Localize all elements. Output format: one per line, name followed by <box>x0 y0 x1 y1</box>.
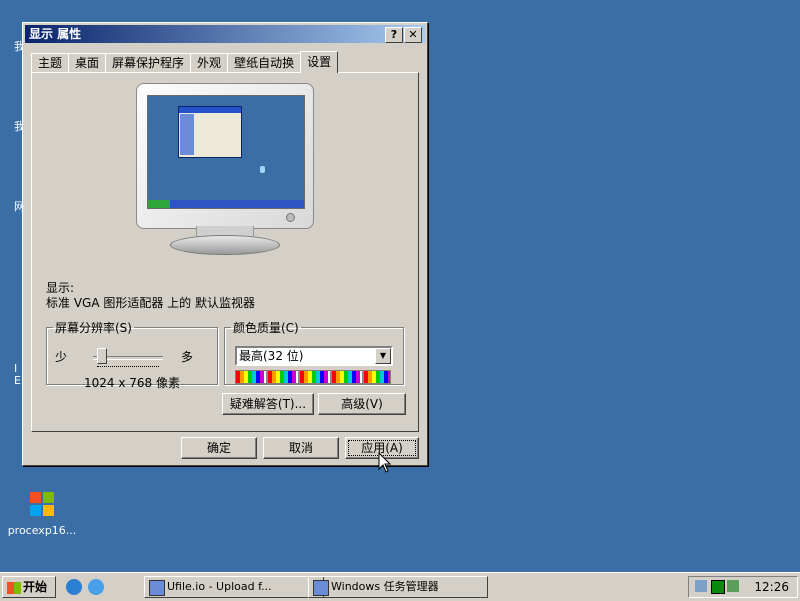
tab-themes[interactable]: 主题 <box>31 53 70 72</box>
start-label: 开始 <box>23 580 48 594</box>
close-button[interactable]: ✕ <box>404 27 422 43</box>
color-quality-legend: 颜色质量(C) <box>233 321 299 335</box>
slider-more-label: 多 <box>181 350 194 364</box>
browser-task-icon <box>149 580 165 596</box>
tab-strip: 主题 桌面 屏幕保护程序 外观 壁纸自动换 设置 <box>31 51 339 73</box>
task-label: Ufile.io - Upload f... <box>167 580 272 593</box>
monitor-preview <box>136 83 314 255</box>
resolution-group: 屏幕分辨率(S) 少 多 1024 x 768 像素 <box>46 319 218 390</box>
monitor-stand <box>170 235 280 255</box>
preview-cursor <box>260 166 265 173</box>
resolution-value: 1024 x 768 像素 <box>84 376 180 390</box>
tab-wallpaper-changer[interactable]: 壁纸自动换 <box>227 53 302 72</box>
quicklaunch-expand-icon[interactable] <box>110 579 126 595</box>
preview-window <box>178 106 242 158</box>
resolution-slider-thumb[interactable] <box>97 348 107 364</box>
dropdown-arrow-icon[interactable]: ▼ <box>375 348 391 364</box>
settings-panel: 显示: 标准 VGA 图形适配器 上的 默认监视器 屏幕分辨率(S) 少 多 1… <box>31 72 419 432</box>
cancel-button[interactable]: 取消 <box>263 437 339 459</box>
resolution-legend: 屏幕分辨率(S) <box>55 321 132 335</box>
tab-settings[interactable]: 设置 <box>300 51 339 73</box>
windows-logo-icon <box>7 581 21 594</box>
taskbar: 开始 Ufile.io - Upload f... Windows 任务管理器 … <box>0 572 800 601</box>
monitor-bezel <box>136 83 314 229</box>
desktop-icon-procexp[interactable]: procexp16... <box>4 488 80 537</box>
process-explorer-icon <box>26 488 58 520</box>
help-button[interactable]: ? <box>385 27 403 43</box>
clock[interactable]: 12:26 <box>754 577 789 597</box>
tab-desktop[interactable]: 桌面 <box>68 53 107 72</box>
mouse-pointer-icon <box>378 452 392 473</box>
cpu-usage-tray-icon[interactable] <box>711 580 725 594</box>
tab-appearance[interactable]: 外观 <box>190 53 229 72</box>
preview-start-button <box>148 200 170 208</box>
desktop-icon-label: procexp16... <box>7 524 77 537</box>
slider-less-label: 少 <box>55 350 68 364</box>
task-button-taskmgr[interactable]: Windows 任务管理器 <box>308 576 488 598</box>
color-quality-select[interactable]: 最高(32 位) ▼ <box>235 346 393 366</box>
start-button[interactable]: 开始 <box>2 576 56 598</box>
internet-explorer-icon[interactable] <box>66 579 82 595</box>
troubleshoot-button[interactable]: 疑难解答(T)... <box>222 393 314 415</box>
system-tray: 12:26 <box>688 576 798 598</box>
dialog-titlebar[interactable]: 显示 属性 ? ✕ <box>25 25 425 43</box>
display-device-name: 标准 VGA 图形适配器 上的 默认监视器 <box>46 296 255 310</box>
advanced-button[interactable]: 高级(V) <box>318 393 406 415</box>
safely-remove-tray-icon[interactable] <box>727 580 739 592</box>
color-quality-group: 颜色质量(C) 最高(32 位) ▼ <box>224 319 404 385</box>
network-tray-icon[interactable] <box>695 580 707 592</box>
color-palette-preview <box>235 370 391 384</box>
monitor-screen <box>147 95 305 209</box>
preview-taskbar <box>148 200 304 208</box>
display-properties-dialog: 显示 属性 ? ✕ 主题 桌面 屏幕保护程序 外观 壁纸自动换 设置 显示: 标… <box>22 22 428 466</box>
task-button-ufile[interactable]: Ufile.io - Upload f... <box>144 576 324 598</box>
monitor-power-knob-icon <box>286 213 295 222</box>
ok-button[interactable]: 确定 <box>181 437 257 459</box>
color-quality-value: 最高(32 位) <box>239 349 304 363</box>
task-label: Windows 任务管理器 <box>331 580 439 593</box>
desktop-icon-label-fragment: E <box>14 374 21 387</box>
browser-quicklaunch-icon[interactable] <box>88 579 104 595</box>
task-manager-icon <box>313 580 329 596</box>
dialog-title: 显示 属性 <box>29 27 82 41</box>
slider-ticks <box>97 366 159 369</box>
tab-screensaver[interactable]: 屏幕保护程序 <box>105 53 192 72</box>
